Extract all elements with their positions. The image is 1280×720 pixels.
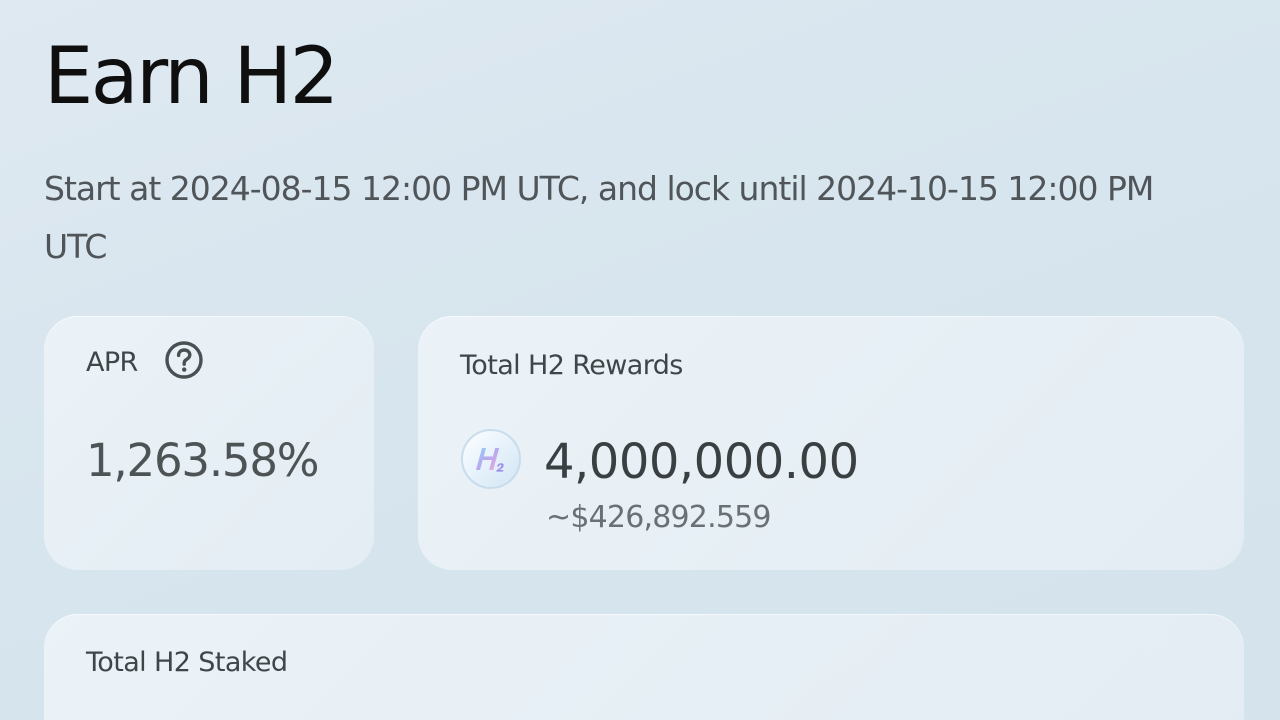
apr-label: APR (86, 347, 138, 378)
earn-page: Earn H2 Start at 2024-08-15 12:00 PM UTC… (0, 0, 1280, 720)
h2-token-logo-icon (460, 428, 522, 490)
total-rewards-label: Total H2 Rewards (460, 350, 683, 381)
apr-value: 1,263.58% (86, 434, 320, 487)
total-staked-label: Total H2 Staked (86, 647, 288, 678)
schedule-subtitle: Start at 2024-08-15 12:00 PM UTC, and lo… (44, 169, 1154, 266)
total-staked-card: Total H2 Staked (44, 614, 1244, 720)
total-rewards-amount: 4,000,000.00 (544, 434, 859, 490)
total-rewards-card: Total H2 Rewards 4,000,000.00 ~$426,892.… (418, 316, 1244, 570)
total-rewards-usd: ~$426,892.559 (546, 500, 771, 535)
page-title: Earn H2 (44, 32, 339, 122)
question-circle-icon[interactable] (164, 340, 204, 380)
apr-card: APR 1,263.58% (44, 316, 374, 570)
